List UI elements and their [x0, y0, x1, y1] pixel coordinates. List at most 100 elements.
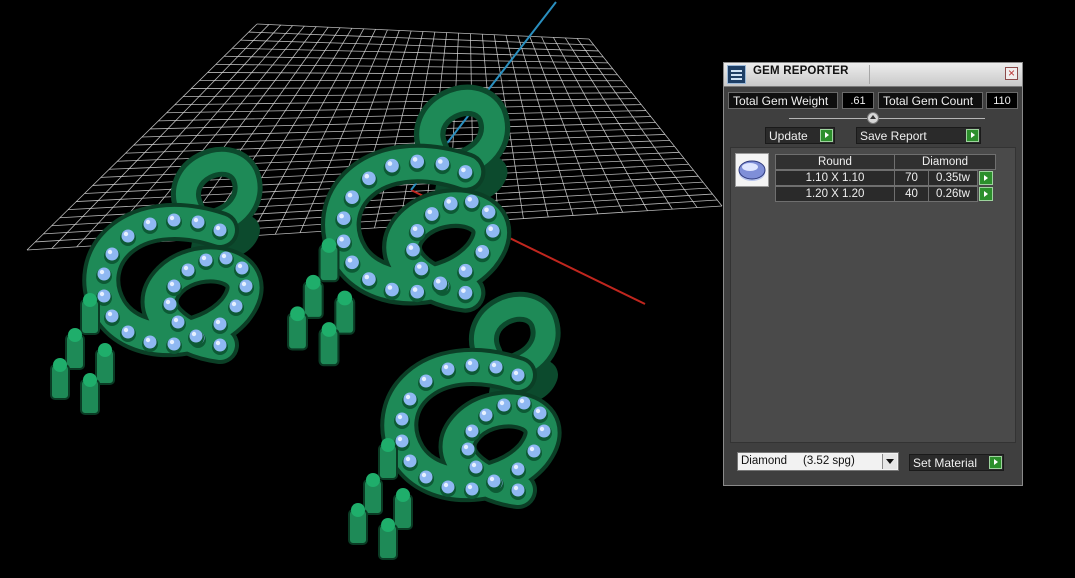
material-dropdown-value: Diamond (3.52 spg) — [741, 455, 855, 467]
gem-highlight — [421, 472, 427, 478]
play-arrow-icon — [989, 456, 1002, 469]
panel-title-bar[interactable]: GEM REPORTER × — [724, 63, 1022, 87]
shape-column-header: Round — [775, 154, 895, 170]
earring-model-left[interactable] — [50, 146, 264, 415]
diamond-gem — [511, 483, 525, 497]
total-gem-weight-value: .61 — [842, 92, 874, 109]
diamond-gem — [345, 255, 359, 270]
diamond-gem — [481, 205, 496, 219]
diamond-gem — [189, 329, 203, 343]
close-icon[interactable]: × — [1005, 67, 1018, 80]
round-gem-icon[interactable] — [735, 153, 769, 187]
grid-line — [553, 37, 648, 211]
gem-highlight — [405, 456, 411, 462]
post-ball — [337, 290, 353, 306]
gem-highlight — [484, 207, 489, 213]
diamond-gem — [105, 309, 119, 323]
diamond-gem — [464, 194, 479, 209]
diamond-gem — [199, 253, 213, 267]
diamond-gem — [143, 217, 157, 231]
total-gem-weight-label: Total Gem Weight — [728, 92, 838, 109]
diamond-gem — [410, 284, 425, 299]
gem-highlight — [467, 484, 473, 490]
gem-highlight — [446, 199, 452, 204]
gem-highlight — [237, 263, 243, 269]
diamond-gem — [171, 315, 185, 329]
diamond-gem — [385, 158, 399, 173]
gem-highlight — [201, 255, 207, 261]
grid-line — [541, 36, 624, 213]
diamond-gem — [213, 223, 227, 237]
grid-line — [505, 35, 549, 218]
gem-highlight — [183, 265, 189, 271]
gem-highlight — [387, 285, 393, 290]
gem-highlight — [145, 219, 151, 225]
diamond-gem — [213, 338, 227, 352]
gem-highlight — [364, 173, 370, 179]
diamond-gem — [345, 190, 359, 205]
gem-highlight — [215, 319, 221, 325]
grid-line — [529, 36, 599, 215]
post-ball — [321, 322, 337, 337]
diamond-gem — [403, 392, 417, 406]
diamond-gem — [441, 362, 455, 376]
gem-highlight — [397, 414, 403, 420]
post-ball — [68, 328, 82, 342]
gem-highlight — [408, 245, 414, 250]
diamond-gem — [362, 272, 376, 286]
diamond-gem — [167, 279, 181, 293]
diamond-gem — [213, 317, 227, 331]
update-button[interactable]: Update — [765, 127, 835, 144]
diamond-gem — [362, 171, 376, 186]
save-report-button[interactable]: Save Report — [856, 127, 981, 144]
diamond-gem — [336, 234, 351, 249]
post-ball — [351, 503, 365, 517]
set-material-button[interactable]: Set Material — [909, 454, 1004, 471]
play-arrow-icon — [820, 129, 833, 142]
set-material-button-label: Set Material — [913, 456, 978, 470]
diamond-gem — [489, 360, 503, 374]
earring-model-center[interactable] — [287, 84, 512, 367]
diamond-gem — [517, 396, 531, 410]
diamond-gem — [419, 470, 433, 484]
diamond-gem — [105, 247, 119, 261]
diamond-gem — [443, 196, 458, 211]
gem-highlight — [339, 213, 344, 219]
gem-highlight — [499, 400, 505, 406]
gem-highlight — [529, 446, 535, 452]
diamond-gem — [414, 261, 429, 276]
gem-highlight — [491, 362, 497, 368]
diamond-gem — [511, 368, 525, 382]
diamond-gem — [458, 285, 473, 300]
gem-highlight — [513, 370, 519, 376]
slider-track — [789, 118, 985, 119]
gem-highlight — [191, 331, 197, 337]
gem-highlight — [412, 157, 418, 162]
gem-highlight — [488, 226, 494, 232]
diamond-gem — [191, 215, 205, 229]
diamond-gem — [229, 299, 243, 313]
material-dropdown[interactable]: Diamond (3.52 spg) — [737, 452, 899, 471]
play-arrow-icon[interactable] — [979, 187, 993, 201]
diamond-gem — [527, 444, 541, 458]
gem-highlight — [397, 436, 403, 442]
gem-highlight — [461, 167, 466, 173]
slider-handle[interactable] — [867, 112, 879, 124]
diamond-gem — [181, 263, 195, 277]
diamond-gem — [395, 412, 409, 426]
gem-highlight — [463, 444, 469, 450]
gem-highlight — [471, 462, 477, 468]
earring-model-bottom[interactable] — [348, 291, 562, 560]
gem-highlight — [169, 281, 175, 287]
play-arrow-icon[interactable] — [979, 171, 993, 185]
gem-highlight — [169, 215, 175, 221]
diamond-gem — [497, 398, 511, 412]
gem-highlight — [347, 257, 353, 263]
gem-highlight — [193, 217, 199, 223]
gem-highlight — [145, 337, 151, 343]
post-ball — [53, 358, 67, 372]
diamond-gem — [143, 335, 157, 349]
gem-highlight — [461, 288, 466, 293]
diamond-gem — [511, 462, 525, 476]
diamond-gem — [458, 263, 473, 278]
